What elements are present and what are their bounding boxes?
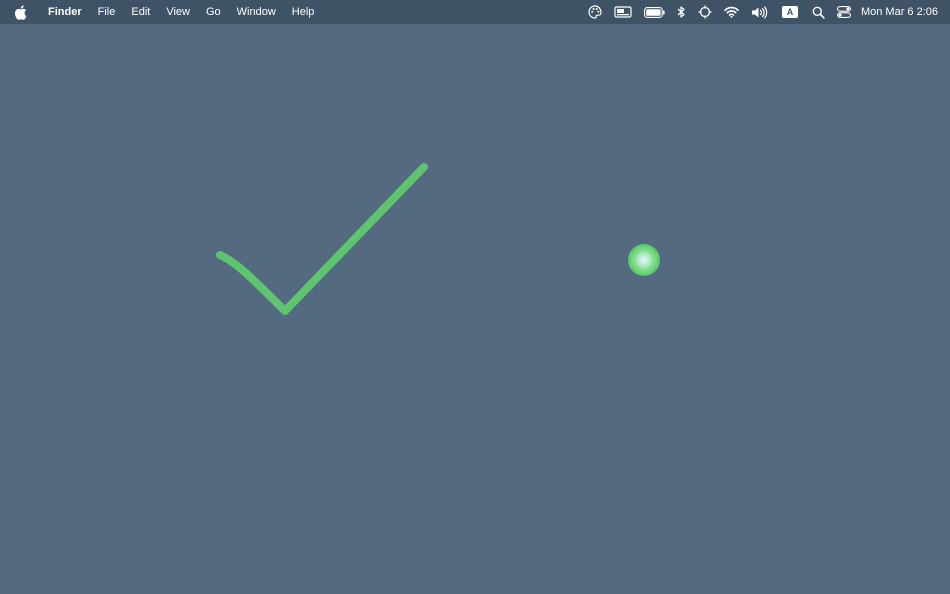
battery-icon[interactable] — [644, 0, 665, 24]
crosshair-icon[interactable] — [698, 0, 712, 24]
menu-window[interactable]: Window — [229, 0, 284, 24]
menu-bar-clock[interactable]: Mon Mar 6 2:06 — [861, 6, 938, 18]
menu-bar-left: Finder File Edit View Go Window Help — [0, 0, 322, 24]
volume-icon[interactable] — [751, 0, 768, 24]
input-source-icon[interactable]: A — [781, 0, 798, 24]
menu-view[interactable]: View — [158, 0, 198, 24]
bluetooth-icon[interactable] — [677, 0, 686, 24]
palette-icon[interactable] — [588, 0, 602, 24]
menu-bar: Finder File Edit View Go Window Help A M… — [0, 0, 950, 24]
menu-app-finder[interactable]: Finder — [40, 0, 90, 24]
wifi-icon[interactable] — [724, 0, 739, 24]
menu-edit[interactable]: Edit — [123, 0, 158, 24]
menu-go[interactable]: Go — [198, 0, 229, 24]
status-bar: A Mon Mar 6 2:06 — [578, 0, 938, 24]
checkmark-stroke — [216, 163, 428, 315]
menu-file[interactable]: File — [90, 0, 124, 24]
menu-help[interactable]: Help — [284, 0, 323, 24]
control-center-icon[interactable] — [837, 0, 851, 24]
desktop: Finder File Edit View Go Window Help A M… — [0, 0, 950, 594]
display-icon[interactable] — [614, 0, 632, 24]
checkmark-drawing — [216, 163, 428, 315]
search-icon[interactable] — [812, 0, 825, 24]
cursor-highlight — [628, 244, 660, 276]
input-source-label: A — [781, 6, 798, 18]
apple-logo-icon[interactable] — [12, 4, 28, 20]
